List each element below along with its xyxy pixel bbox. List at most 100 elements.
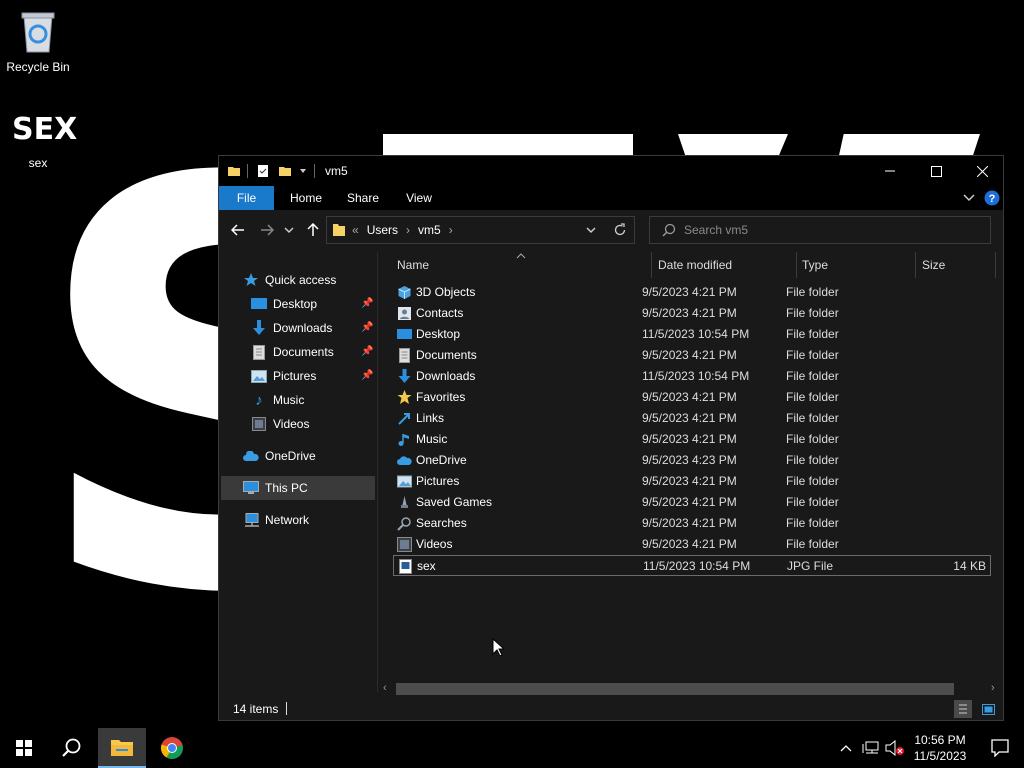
file-row[interactable]: OneDrive 9/5/2023 4:23 PM File folder: [393, 450, 991, 471]
breadcrumb-vm5[interactable]: vm5: [418, 223, 441, 237]
show-hidden-icons-button[interactable]: [836, 728, 856, 768]
pin-icon[interactable]: 📌: [361, 298, 373, 309]
large-icons-view-button[interactable]: [979, 700, 997, 718]
scroll-left-icon[interactable]: ‹: [383, 682, 387, 694]
recycle-bin-icon: [21, 12, 55, 53]
nav-downloads[interactable]: Downloads: [251, 316, 332, 340]
refresh-icon[interactable]: [613, 223, 627, 237]
search-button[interactable]: [48, 728, 96, 768]
search-box[interactable]: [649, 216, 991, 244]
file-row[interactable]: Music 9/5/2023 4:21 PM File folder: [393, 429, 991, 450]
file-row[interactable]: Downloads 11/5/2023 10:54 PM File folder: [393, 366, 991, 387]
maximize-button[interactable]: [913, 156, 959, 186]
nav-pictures[interactable]: Pictures: [251, 364, 316, 388]
nav-videos[interactable]: Videos: [251, 412, 309, 436]
file-row[interactable]: sex 11/5/2023 10:54 PM JPG File 14 KB: [393, 555, 991, 576]
nav-quick-access[interactable]: Quick access: [243, 268, 336, 292]
file-row[interactable]: Favorites 9/5/2023 4:21 PM File folder: [393, 387, 991, 408]
recent-locations-button[interactable]: [282, 220, 296, 240]
forward-button[interactable]: [257, 220, 277, 240]
column-header-size[interactable]: Size: [922, 252, 992, 278]
nav-documents[interactable]: Documents: [251, 340, 334, 364]
links-icon: [397, 411, 412, 426]
details-view-button[interactable]: [954, 700, 972, 718]
address-bar[interactable]: « Users › vm5 ›: [326, 216, 635, 244]
sex-file-desktop-icon[interactable]: SEX sex: [0, 112, 78, 170]
image-thumbnail-icon: SEX: [12, 112, 78, 147]
file-row[interactable]: Saved Games 9/5/2023 4:21 PM File folder: [393, 492, 991, 513]
scrollbar-thumb[interactable]: [396, 683, 954, 695]
expand-ribbon-icon[interactable]: [963, 193, 975, 203]
window-title: vm5: [325, 164, 348, 178]
breadcrumb-separator-icon[interactable]: ›: [406, 223, 410, 237]
pin-icon[interactable]: 📌: [361, 322, 373, 333]
pin-icon[interactable]: 📌: [361, 370, 373, 381]
start-button[interactable]: [0, 728, 48, 768]
file-row[interactable]: Searches 9/5/2023 4:21 PM File folder: [393, 513, 991, 534]
pin-icon[interactable]: 📌: [361, 346, 373, 357]
file-type: File folder: [786, 390, 839, 404]
action-center-button[interactable]: [976, 728, 1024, 768]
nav-onedrive[interactable]: OneDrive: [243, 444, 316, 468]
file-row[interactable]: Contacts 9/5/2023 4:21 PM File folder: [393, 303, 991, 324]
taskbar-file-explorer[interactable]: [98, 728, 146, 768]
column-separator[interactable]: [995, 252, 996, 278]
clock[interactable]: 10:56 PM 11/5/2023: [908, 728, 972, 768]
back-button[interactable]: [228, 220, 248, 240]
pictures-icon: [397, 474, 412, 489]
column-separator[interactable]: [651, 252, 652, 278]
windows-logo-icon: [16, 740, 32, 756]
up-button[interactable]: [303, 220, 323, 240]
nav-network[interactable]: Network: [243, 508, 309, 532]
search-icon: [62, 738, 81, 757]
scroll-right-icon[interactable]: ›: [991, 682, 995, 694]
recycle-bin-desktop-icon[interactable]: Recycle Bin: [0, 8, 76, 74]
tab-home[interactable]: Home: [281, 186, 331, 210]
clock-time: 10:56 PM: [914, 733, 966, 747]
breadcrumb-separator-icon[interactable]: ›: [449, 223, 453, 237]
file-date-modified: 9/5/2023 4:21 PM: [642, 474, 737, 488]
minimize-button[interactable]: [867, 156, 913, 186]
file-date-modified: 9/5/2023 4:21 PM: [642, 537, 737, 551]
volume-tray-button[interactable]: [884, 728, 906, 768]
help-icon[interactable]: ?: [984, 190, 1000, 206]
column-header-date-modified[interactable]: Date modified: [658, 252, 788, 278]
documents-icon: [397, 348, 412, 363]
horizontal-scrollbar[interactable]: ‹ ›: [379, 680, 1003, 698]
nav-this-pc[interactable]: This PC: [221, 476, 375, 500]
divider: [314, 164, 315, 178]
breadcrumb-users[interactable]: Users: [367, 223, 398, 237]
file-row[interactable]: 3D Objects 9/5/2023 4:21 PM File folder: [393, 282, 991, 303]
network-icon: [243, 512, 259, 528]
properties-icon[interactable]: [256, 164, 270, 178]
column-header-name[interactable]: Name: [397, 252, 647, 278]
column-separator[interactable]: [796, 252, 797, 278]
file-name: Contacts: [416, 306, 464, 320]
close-button[interactable]: [959, 156, 1005, 186]
title-bar[interactable]: vm5: [219, 156, 1003, 186]
taskbar-chrome[interactable]: [148, 728, 196, 768]
search-input[interactable]: [682, 222, 966, 238]
tab-view[interactable]: View: [395, 186, 443, 210]
file-row[interactable]: Videos 9/5/2023 4:21 PM File folder: [393, 534, 991, 555]
customize-quick-access-icon[interactable]: [298, 166, 308, 176]
file-date-modified: 9/5/2023 4:21 PM: [642, 411, 737, 425]
nav-desktop[interactable]: Desktop: [251, 292, 317, 316]
file-type: File folder: [786, 537, 839, 551]
file-row[interactable]: Links 9/5/2023 4:21 PM File folder: [393, 408, 991, 429]
column-header-type[interactable]: Type: [802, 252, 912, 278]
new-folder-icon[interactable]: [278, 164, 292, 178]
forward-arrow-icon: [261, 224, 274, 236]
file-row[interactable]: Documents 9/5/2023 4:21 PM File folder: [393, 345, 991, 366]
file-row[interactable]: Desktop 11/5/2023 10:54 PM File folder: [393, 324, 991, 345]
nav-music[interactable]: ♪ Music: [251, 388, 304, 412]
taskbar: 10:56 PM 11/5/2023: [0, 728, 1024, 768]
column-separator[interactable]: [915, 252, 916, 278]
tab-file[interactable]: File: [219, 186, 274, 210]
overflow-chevron-icon[interactable]: «: [352, 223, 359, 237]
tab-share[interactable]: Share: [339, 186, 387, 210]
network-tray-button[interactable]: [860, 728, 882, 768]
file-name: Searches: [416, 516, 467, 530]
address-dropdown-icon[interactable]: [586, 226, 596, 234]
file-row[interactable]: Pictures 9/5/2023 4:21 PM File folder: [393, 471, 991, 492]
